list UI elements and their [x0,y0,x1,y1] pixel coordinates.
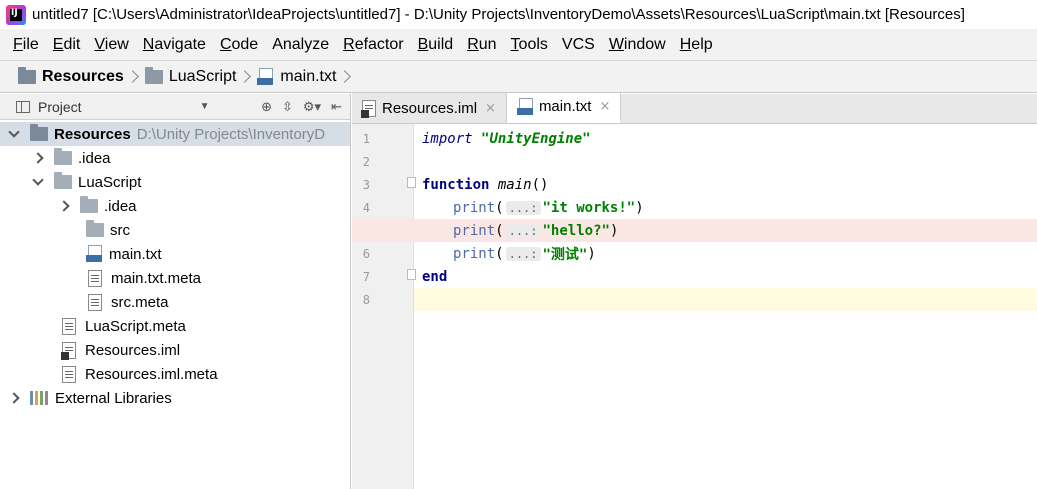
project-view-icon [16,100,30,113]
folder-icon [18,66,36,84]
chevron-right-icon [238,70,252,83]
expand-arrow-icon[interactable] [8,126,20,138]
collapse-arrow-icon[interactable] [58,200,70,212]
folder-icon [54,172,72,189]
code-line-4: print(...: "it works!") [453,199,644,216]
menu-file[interactable]: File [6,36,46,54]
menu-analyze[interactable]: Analyze [265,36,336,54]
close-icon[interactable]: × [599,99,610,114]
tree-item-main-txt[interactable]: main.txt [0,242,350,266]
editor-gutter[interactable]: 1 2 3 4 5 6 7 8 [352,124,416,489]
text-document-icon [88,269,102,287]
collapse-arrow-icon[interactable] [32,152,44,164]
dropdown-arrow-icon[interactable]: ▼ [200,101,210,112]
menu-bar: File Edit View Navigate Code Analyze Ref… [0,29,1037,60]
project-tree: Resources D:\Unity Projects\InventoryD .… [0,120,350,410]
line-number: 1 [362,132,370,146]
tree-item-resources-iml[interactable]: Resources.iml [0,338,350,362]
tree-item-src-meta[interactable]: src.meta [0,290,350,314]
module-file-icon [61,341,76,360]
line-number: 4 [362,201,370,215]
menu-tools[interactable]: Tools [504,36,555,54]
line-number: 8 [362,293,370,307]
project-panel-header: Project ▼ ⊕ ⇳ ⚙▾ ⇤ [0,94,350,120]
line-number: 2 [362,155,370,169]
chevron-right-icon [125,70,139,83]
menu-window[interactable]: Window [602,36,673,54]
chevron-right-icon [338,70,352,83]
breadcrumb-main-txt[interactable]: main.txt [257,67,357,86]
menu-edit[interactable]: Edit [46,36,88,54]
text-document-icon [62,365,76,383]
menu-view[interactable]: View [87,36,135,54]
collapse-all-icon[interactable]: ⇳ [282,100,293,115]
intellij-logo-icon: IJ [6,4,26,25]
module-file-icon [361,99,376,118]
close-icon[interactable]: × [485,101,496,116]
tree-item-idea[interactable]: .idea [0,146,350,170]
tab-main-txt[interactable]: main.txt × [506,93,622,123]
tree-item-main-txt-meta[interactable]: main.txt.meta [0,266,350,290]
folder-icon [144,66,163,84]
text-file-icon [516,97,533,116]
code-line-7: end [422,268,448,285]
expand-arrow-icon[interactable] [32,174,44,186]
text-document-icon [88,293,102,311]
menu-run[interactable]: Run [460,36,503,54]
locate-icon[interactable]: ⊕ [261,100,272,115]
code-line-3: function main() [422,176,549,193]
line-number: 3 [362,178,370,192]
module-folder-icon [30,124,48,141]
project-panel: Project ▼ ⊕ ⇳ ⚙▾ ⇤ Resources D:\Unity Pr… [0,94,351,489]
code-area[interactable]: import "UnityEngine" function main() pri… [352,124,1037,489]
code-line-8-caret [414,288,1037,311]
tab-resources-iml[interactable]: Resources.iml × [352,93,507,123]
menu-refactor[interactable]: Refactor [336,36,410,54]
tree-item-src[interactable]: src [0,218,350,242]
menu-vcs[interactable]: VCS [555,36,602,54]
line-number: 6 [362,247,370,261]
tree-item-external-libraries[interactable]: External Libraries [0,386,350,410]
code-line-6: print(...: "测试") [453,245,596,263]
tree-item-luascript[interactable]: LuaScript [0,170,350,194]
breadcrumb-resources[interactable]: Resources [18,66,145,86]
hide-panel-icon[interactable]: ⇤ [331,100,342,115]
tree-item-resources[interactable]: Resources D:\Unity Projects\InventoryD [0,122,350,146]
breadcrumb-luascript[interactable]: LuaScript [144,66,258,86]
menu-code[interactable]: Code [213,36,265,54]
code-line-5: print(...: "hello?") [352,219,1037,242]
window-title: untitled7 [C:\Users\Administrator\IdeaPr… [32,6,965,23]
menu-navigate[interactable]: Navigate [136,36,213,54]
tree-item-idea-nested[interactable]: .idea [0,194,350,218]
gear-icon[interactable]: ⚙▾ [303,100,321,115]
text-file-icon [257,67,274,86]
menu-help[interactable]: Help [673,36,720,54]
breadcrumb: Resources LuaScript main.txt [0,60,1037,93]
title-bar: IJ untitled7 [C:\Users\Administrator\Ide… [0,0,1037,29]
editor-tabs: Resources.iml × main.txt × [352,93,1037,124]
text-file-icon [86,245,102,263]
folder-icon [80,196,98,213]
editor: Resources.iml × main.txt × 1 2 3 4 5 6 7… [352,93,1037,489]
tree-item-luascript-meta[interactable]: LuaScript.meta [0,314,350,338]
library-icon [30,391,48,405]
folder-icon [86,220,104,237]
parameter-hint: ...: [505,223,541,238]
menu-build[interactable]: Build [411,36,461,54]
line-number: 7 [362,270,370,284]
parameter-hint: ...: [505,200,541,215]
folder-icon [54,148,72,165]
parameter-hint: ...: [505,246,541,261]
collapse-arrow-icon[interactable] [8,392,20,404]
code-line-1: import "UnityEngine" [422,130,591,147]
tree-item-resources-iml-meta[interactable]: Resources.iml.meta [0,362,350,386]
text-document-icon [62,317,76,335]
